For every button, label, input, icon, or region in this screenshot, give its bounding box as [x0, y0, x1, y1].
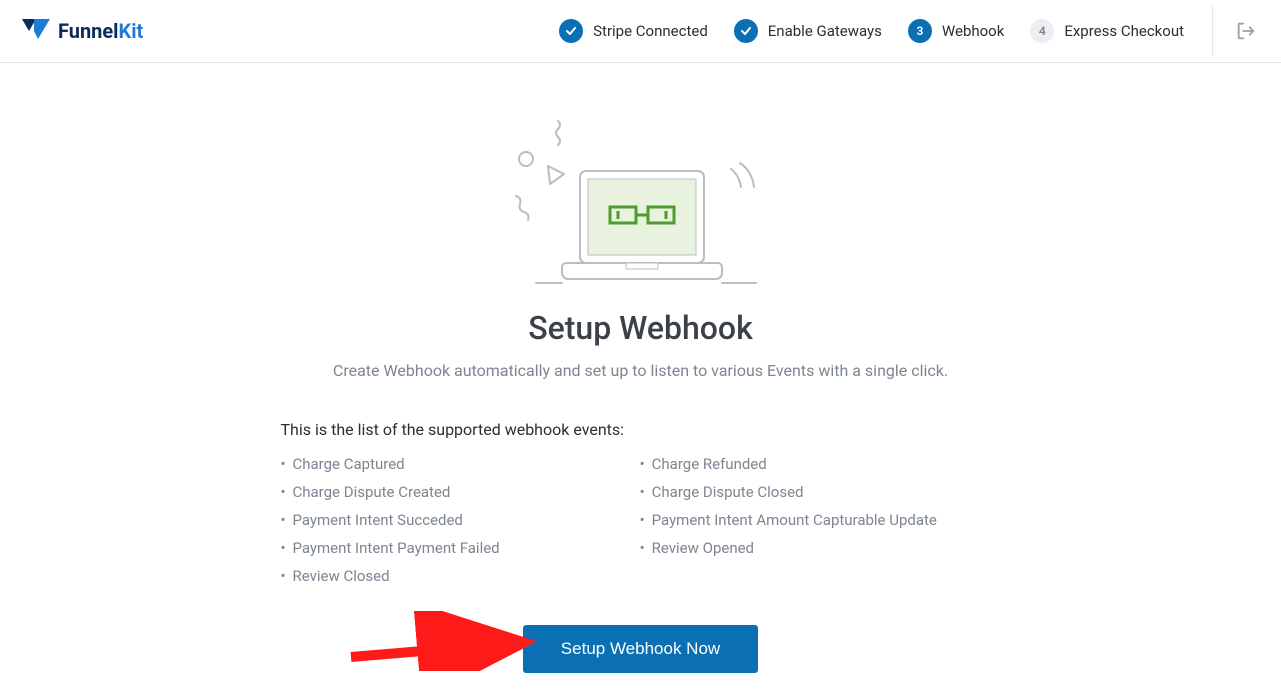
events-col-left: Charge Captured Charge Dispute Created P… — [281, 455, 500, 595]
annotation-arrow-icon — [341, 611, 541, 671]
step-label: Webhook — [942, 22, 1004, 40]
step-stripe-connected[interactable]: Stripe Connected — [559, 19, 708, 43]
exit-icon — [1235, 20, 1257, 42]
divider — [1212, 6, 1213, 56]
setup-webhook-button[interactable]: Setup Webhook Now — [523, 625, 758, 673]
step-webhook[interactable]: 3 Webhook — [908, 19, 1004, 43]
logo-text: FunnelKit — [58, 19, 143, 43]
events-block: This is the list of the supported webhoo… — [281, 420, 1001, 673]
check-icon — [559, 19, 583, 43]
list-item: Charge Dispute Created — [281, 483, 500, 501]
header: FunnelKit Stripe Connected Enable Gatewa… — [0, 0, 1281, 63]
list-item: Payment Intent Payment Failed — [281, 539, 500, 557]
list-item: Payment Intent Succeded — [281, 511, 500, 529]
step-number-icon: 4 — [1030, 19, 1054, 43]
list-item: Charge Refunded — [640, 455, 937, 473]
step-enable-gateways[interactable]: Enable Gateways — [734, 19, 882, 43]
page-subtitle: Create Webhook automatically and set up … — [333, 361, 948, 380]
wizard-steps: Stripe Connected Enable Gateways 3 Webho… — [559, 19, 1184, 43]
list-item: Payment Intent Amount Capturable Update — [640, 511, 937, 529]
logo: FunnelKit — [20, 17, 143, 45]
events-lists: Charge Captured Charge Dispute Created P… — [281, 455, 1001, 595]
step-express-checkout[interactable]: 4 Express Checkout — [1030, 19, 1184, 43]
step-label: Express Checkout — [1064, 22, 1184, 40]
step-number-icon: 3 — [908, 19, 932, 43]
check-icon — [734, 19, 758, 43]
cta-wrap: Setup Webhook Now — [281, 625, 1001, 673]
events-intro: This is the list of the supported webhoo… — [281, 420, 1001, 439]
list-item: Charge Captured — [281, 455, 500, 473]
logo-icon — [20, 17, 52, 45]
illustration — [506, 111, 776, 291]
list-item: Charge Dispute Closed — [640, 483, 937, 501]
list-item: Review Closed — [281, 567, 500, 585]
list-item: Review Opened — [640, 539, 937, 557]
exit-button[interactable] — [1231, 16, 1261, 46]
main-content: Setup Webhook Create Webhook automatical… — [0, 63, 1281, 673]
step-label: Enable Gateways — [768, 22, 882, 40]
step-label: Stripe Connected — [593, 22, 708, 40]
events-col-right: Charge Refunded Charge Dispute Closed Pa… — [640, 455, 937, 595]
page-title: Setup Webhook — [528, 309, 753, 347]
